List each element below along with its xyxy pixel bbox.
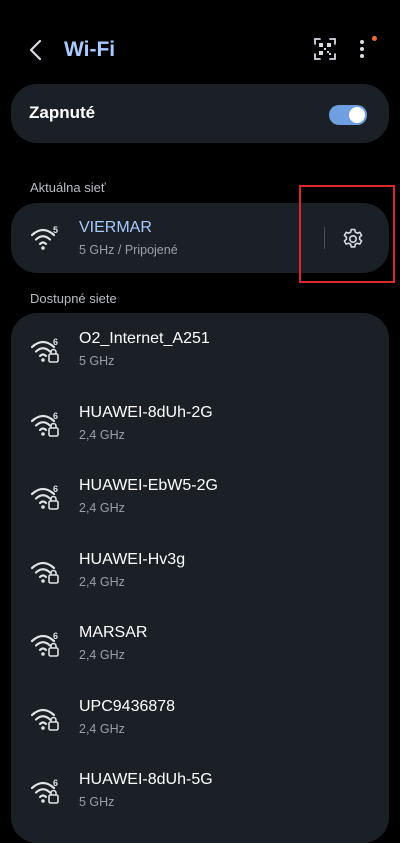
qr-scan-icon	[314, 38, 336, 60]
network-detail: 2,4 GHz	[79, 501, 125, 515]
wifi-locked-icon: 6	[30, 484, 59, 510]
toggle-label: Zapnuté	[29, 103, 96, 122]
more-vert-icon	[360, 40, 364, 58]
network-list-item[interactable]: HUAWEI-Hv3g 2,4 GHz	[11, 548, 389, 608]
current-network-name: VIERMAR	[79, 219, 152, 236]
app-bar: Wi-Fi	[0, 22, 400, 78]
highlight-box	[299, 185, 395, 283]
network-list-item[interactable]: 6 HUAWEI-8dUh-2G 2,4 GHz	[11, 401, 389, 461]
network-detail: 2,4 GHz	[79, 574, 125, 589]
network-list-item[interactable]: 6 O2_Internet_A251 5 GHz	[11, 327, 389, 387]
network-name: UPC9436878	[79, 697, 176, 715]
wifi-generation-label: 6	[53, 778, 58, 788]
network-name: MARSAR	[79, 624, 148, 641]
network-name: HUAWEI-Hv3g	[79, 550, 186, 568]
lock-icon	[48, 642, 59, 657]
page-title: Wi-Fi	[64, 38, 116, 61]
lock-icon	[48, 348, 59, 363]
network-detail: 2,4 GHz	[79, 648, 125, 662]
wifi-locked-icon: 6	[30, 631, 59, 657]
wifi-generation-label: 5	[53, 225, 58, 235]
network-name: HUAWEI-8dUh-2G	[79, 403, 213, 421]
network-list-item[interactable]: UPC9436878 2,4 GHz	[11, 695, 389, 755]
network-list-item[interactable]: 6 HUAWEI-8dUh-5G 5 GHz	[11, 768, 389, 828]
lock-icon	[48, 716, 59, 731]
wifi-signal-icon: 5	[30, 225, 58, 250]
available-networks-list: 6 O2_Internet_A251 5 GHz 6 HUAWEI-8dUh-2G 2,4…	[11, 313, 389, 843]
network-name: HUAWEI-8dUh-5G	[79, 771, 213, 788]
current-network-label: Aktuálna sieť	[30, 180, 106, 195]
current-network-detail: 5 GHz / Pripojené	[79, 243, 178, 257]
wifi-locked-icon: 6	[30, 411, 59, 437]
qr-scan-button[interactable]	[312, 36, 338, 62]
wifi-switch[interactable]	[329, 105, 367, 125]
network-detail: 5 GHz	[79, 795, 115, 809]
back-button[interactable]	[22, 36, 50, 64]
network-detail: 2,4 GHz	[79, 721, 125, 736]
network-name: HUAWEI-EbW5-2G	[79, 477, 218, 494]
network-list-item[interactable]: 6 HUAWEI-EbW5-2G 2,4 GHz	[11, 474, 389, 534]
more-options-button[interactable]	[350, 34, 374, 64]
wifi-generation-label: 6	[53, 631, 58, 641]
wifi-locked-icon	[30, 561, 59, 584]
wifi-generation-label: 6	[53, 484, 58, 494]
notification-dot	[372, 36, 377, 41]
network-detail: 5 GHz	[79, 354, 115, 368]
switch-knob	[349, 107, 365, 123]
available-networks-label: Dostupné siete	[30, 291, 117, 306]
wifi-toggle-card[interactable]: Zapnuté	[11, 84, 389, 143]
lock-icon	[48, 789, 59, 804]
lock-icon	[48, 422, 59, 437]
wifi-generation-label: 6	[53, 411, 58, 421]
chevron-left-icon	[29, 39, 42, 61]
wifi-generation-label: 6	[53, 337, 58, 347]
network-list-item[interactable]: 6 MARSAR 2,4 GHz	[11, 621, 389, 681]
lock-icon	[48, 569, 59, 584]
lock-icon	[48, 495, 59, 510]
network-name: O2_Internet_A251	[79, 330, 210, 347]
network-detail: 2,4 GHz	[79, 427, 125, 442]
wifi-locked-icon: 6	[30, 337, 59, 363]
wifi-locked-icon: 6	[30, 778, 59, 804]
wifi-locked-icon	[30, 708, 59, 731]
